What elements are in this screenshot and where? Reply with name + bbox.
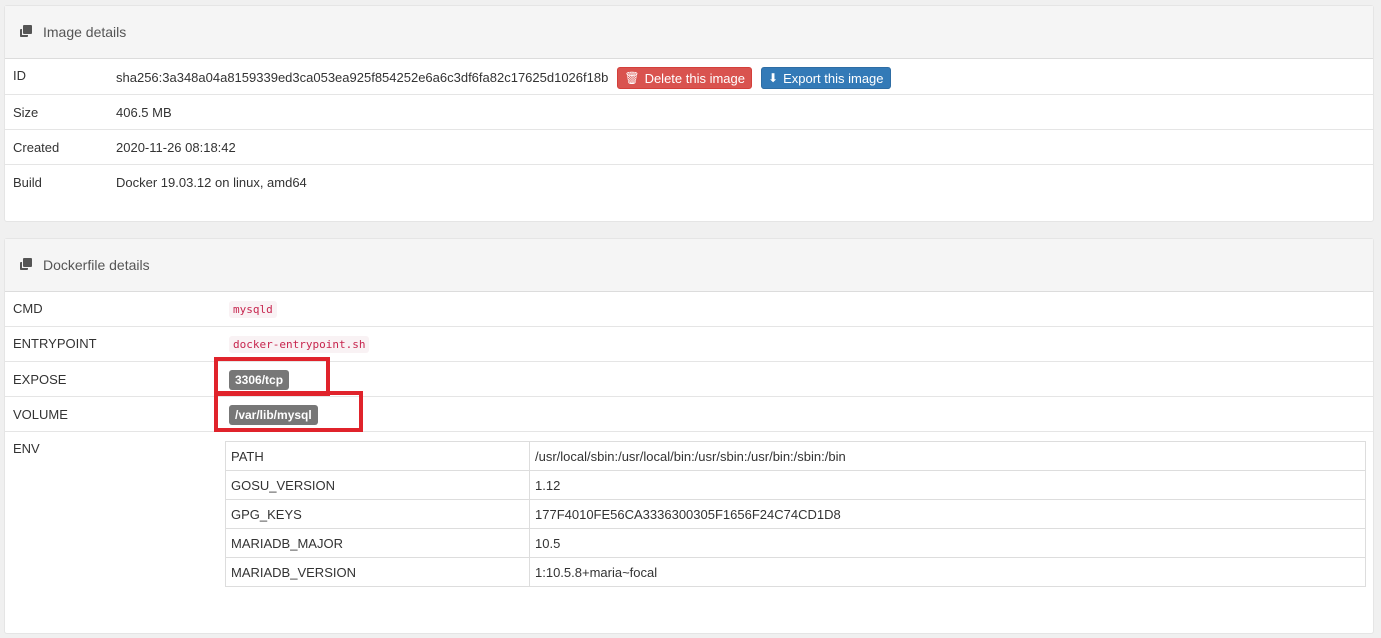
export-image-button[interactable]: ⬇ Export this image [761,67,891,89]
env-key: GOSU_VERSION [225,470,530,500]
detail-label: Created [13,140,60,155]
env-value: /usr/local/sbin:/usr/local/bin:/usr/sbin… [529,441,1366,471]
detail-row-created: Created 2020-11-26 08:18:42 [5,130,1373,165]
env-value: 1.12 [529,470,1366,500]
dockerfile-row-env: ENV PATH/usr/local/sbin:/usr/local/bin:/… [5,432,1373,587]
detail-label: EXPOSE [13,372,67,387]
dockerfile-row-volume: VOLUME /var/lib/mysql [5,397,1373,432]
entrypoint-value: docker-entrypoint.sh [229,336,370,353]
env-key: MARIADB_VERSION [225,557,530,587]
dockerfile-row-cmd: CMD mysqld [5,292,1373,327]
panel-title: Dockerfile details [43,257,150,273]
detail-row-size: Size 406.5 MB [5,95,1373,130]
download-icon: ⬇ [768,71,779,85]
env-value: 10.5 [529,528,1366,558]
detail-label: VOLUME [13,407,68,422]
env-row: GPG_KEYS 177F4010FE56CA3336300305F1656F24… [225,499,1366,529]
env-row: MARIADB_VERSION 1:10.5.8+maria~focal [225,557,1366,587]
image-id-value: sha256:3a348a04a8159339ed3ca053ea925f854… [116,70,609,85]
dockerfile-row-expose: EXPOSE 3306/tcp [5,362,1373,397]
env-key: GPG_KEYS [225,499,530,529]
detail-label: ENTRYPOINT [13,336,97,351]
image-details-panel: Image details ID sha256:3a348a04a8159339… [4,5,1374,222]
env-row: MARIADB_MAJOR 10.5 [225,528,1366,558]
created-value: 2020-11-26 08:18:42 [116,140,236,155]
clone-icon [20,25,34,39]
env-row: PATH/usr/local/sbin:/usr/local/bin:/usr/… [225,441,1366,471]
detail-label: ENV [13,441,40,456]
delete-image-button[interactable]: 🗑 Delete this image [617,67,753,89]
env-key: PATH [225,441,530,471]
detail-label: Build [13,175,42,190]
cmd-value: mysqld [229,301,277,318]
trash-icon: 🗑 [624,71,640,85]
highlight-box-volume [214,391,363,432]
clone-icon [20,258,34,272]
detail-label: Size [13,105,39,120]
panel-header: Image details [5,6,1373,59]
env-table: PATH/usr/local/sbin:/usr/local/bin:/usr/… [225,441,1366,587]
env-value: 1:10.5.8+maria~focal [529,557,1366,587]
detail-row-build: Build Docker 19.03.12 on linux, amd64 [5,165,1373,200]
size-value: 406.5 MB [116,105,172,120]
detail-label: CMD [13,301,43,316]
detail-row-id: ID sha256:3a348a04a8159339ed3ca053ea925f… [5,59,1373,95]
build-value: Docker 19.03.12 on linux, amd64 [116,175,307,190]
detail-label: ID [13,68,26,83]
env-value: 177F4010FE56CA3336300305F1656F24C74CD1D8 [529,499,1366,529]
panel-title: Image details [43,24,127,40]
panel-header: Dockerfile details [5,239,1373,292]
dockerfile-details-panel: Dockerfile details CMD mysqld ENTRYPOINT… [4,238,1374,634]
env-key: MARIADB_MAJOR [225,528,530,558]
env-row: GOSU_VERSION 1.12 [225,470,1366,500]
dockerfile-row-entrypoint: ENTRYPOINT docker-entrypoint.sh [5,327,1373,362]
